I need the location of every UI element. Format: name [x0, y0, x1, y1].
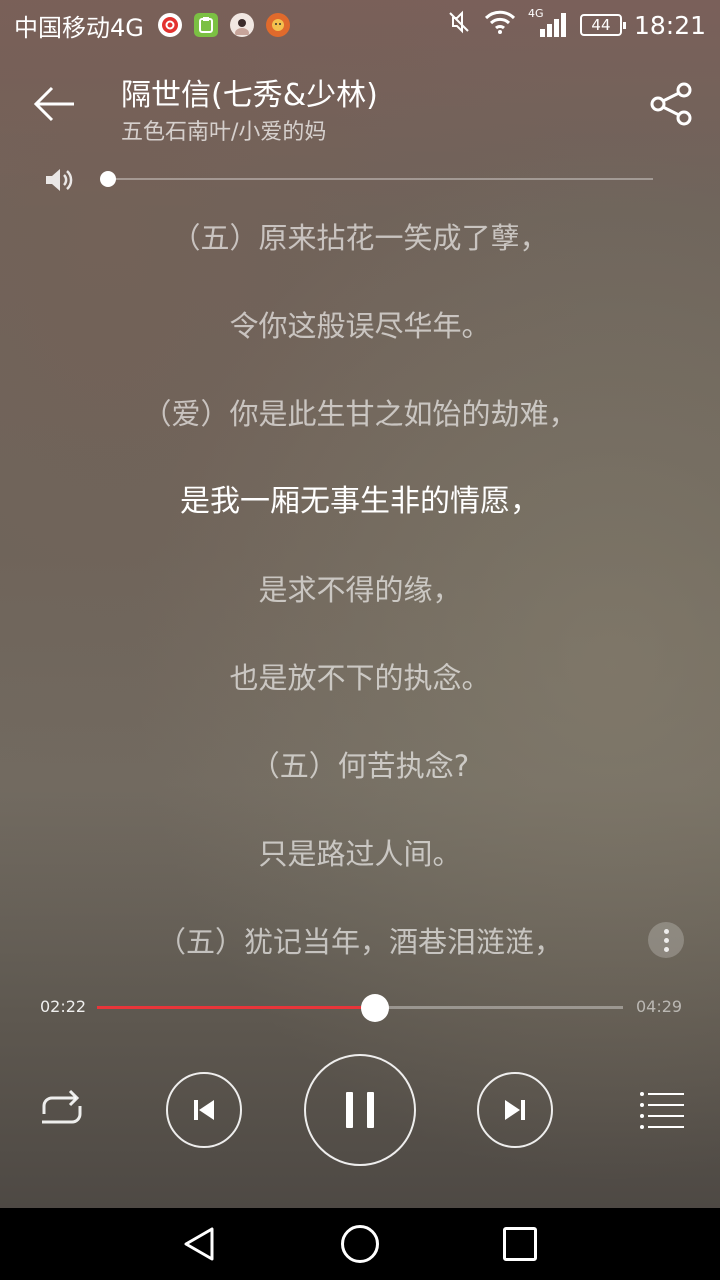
previous-icon	[194, 1100, 214, 1120]
nav-recent-button[interactable]	[503, 1227, 537, 1261]
lion-app-icon	[265, 13, 290, 37]
wifi-icon	[484, 9, 516, 41]
pause-icon	[346, 1092, 374, 1128]
lyric-line: 是求不得的缘，	[258, 573, 462, 607]
lyric-line: 也是放不下的执念。	[229, 661, 491, 695]
playlist-button[interactable]	[638, 1090, 686, 1130]
progress-track[interactable]	[97, 994, 623, 1022]
share-button[interactable]	[648, 80, 696, 128]
repeat-button[interactable]	[34, 1088, 90, 1132]
avatar-app-icon	[229, 13, 254, 37]
lyric-line: 只是路过人间。	[258, 837, 462, 871]
battery-icon: 44	[579, 14, 626, 36]
player-header: 隔世信(七秀&少林) 五色石南叶/小爱的妈	[0, 62, 720, 152]
dot-icon	[663, 937, 669, 943]
back-button[interactable]	[30, 82, 80, 126]
signal-icon: 4G	[528, 7, 568, 39]
lyric-line: （爱）你是此生甘之如饴的劫难，	[142, 397, 578, 431]
repeat-icon	[42, 1089, 82, 1124]
status-bar: 中国移动4G 4G 44 18:21	[0, 0, 720, 50]
clipboard-app-icon	[193, 13, 218, 37]
lyric-line-current: 是我一厢无事生非的情愿，	[180, 484, 540, 519]
progress-fill	[97, 1006, 375, 1009]
speaker-icon[interactable]	[44, 166, 74, 194]
total-time: 04:29	[636, 997, 683, 1016]
lyric-line: （五）何苦执念?	[250, 749, 470, 783]
share-icon	[650, 82, 692, 126]
system-nav-bar	[0, 1208, 720, 1280]
arrow-left-icon	[33, 86, 74, 122]
current-time: 02:22	[40, 997, 87, 1016]
progress-knob[interactable]	[360, 994, 389, 1022]
playlist-icon	[640, 1092, 684, 1129]
netease-music-icon	[157, 13, 182, 37]
previous-button[interactable]	[166, 1072, 242, 1148]
lyric-line: （五）原来拈花一笑成了孽，	[171, 221, 549, 255]
more-options-button[interactable]	[648, 922, 684, 958]
mute-icon	[446, 9, 472, 41]
carrier-label: 中国移动4G	[14, 13, 144, 42]
lyrics-panel[interactable]: （五）原来拈花一笑成了孽， 令你这般误尽华年。 （爱）你是此生甘之如饴的劫难， …	[0, 205, 720, 997]
pause-button[interactable]	[304, 1054, 416, 1166]
song-title: 隔世信(七秀&少林)	[121, 78, 378, 113]
volume-slider-track[interactable]	[108, 178, 653, 180]
next-button[interactable]	[477, 1072, 553, 1148]
clock: 18:21	[633, 10, 706, 40]
nav-home-button[interactable]	[341, 1225, 379, 1263]
nav-back-button[interactable]	[182, 1226, 218, 1262]
playback-progress: 02:22 04:29	[0, 990, 720, 1026]
volume-control[interactable]	[0, 160, 720, 200]
dot-icon	[663, 946, 669, 952]
nav-back-icon	[184, 1227, 214, 1261]
song-artist[interactable]: 五色石南叶/小爱的妈	[121, 114, 326, 146]
next-icon	[505, 1100, 525, 1120]
lyric-line: （五）犹记当年，酒巷泪涟涟，	[156, 925, 563, 959]
lyric-line: 令你这般误尽华年。	[229, 309, 491, 343]
volume-slider-knob[interactable]	[100, 171, 116, 187]
dot-icon	[663, 928, 669, 934]
playback-controls	[0, 1050, 720, 1170]
